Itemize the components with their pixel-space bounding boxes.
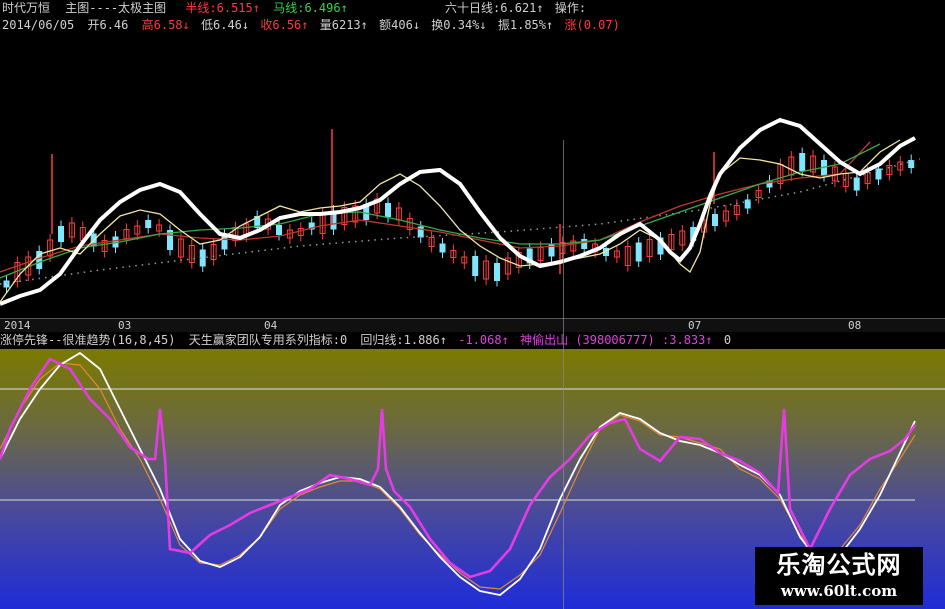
- watermark-logo: 乐淘公式网 www.60lt.com: [755, 547, 923, 605]
- indicator-desc: 天生赢家团队专用系列指标:0: [188, 333, 348, 347]
- up-arrow-icon: ↑: [340, 1, 348, 15]
- quote-change: 涨(0.07): [564, 18, 620, 32]
- candle: [712, 214, 718, 226]
- white-trend-line: [0, 117, 916, 306]
- main-chart-label[interactable]: 主图----太极主图: [65, 0, 166, 17]
- zero-value: 0: [723, 333, 732, 347]
- crosshair-line: [563, 140, 564, 609]
- quote-open: 开6.46: [87, 18, 129, 32]
- time-axis[interactable]: 2014 03 04 07 08: [0, 318, 945, 333]
- candle: [439, 243, 446, 253]
- neg-value: -1.068: [458, 333, 502, 347]
- shentou-num: :3.833: [662, 333, 706, 347]
- ma-sixty: 六十日线:6.621: [445, 1, 537, 15]
- shentou-id: (398006777): [575, 333, 655, 347]
- stock-name[interactable]: 时代万恒: [2, 0, 50, 17]
- main-chart-panel[interactable]: [0, 34, 945, 318]
- candle: [494, 263, 500, 281]
- up-arrow-icon: ↑: [501, 333, 509, 347]
- down-arrow-icon: ↓: [412, 18, 421, 32]
- candle: [635, 242, 642, 262]
- quote-high: 高6.58: [141, 18, 183, 32]
- magenta-line: [0, 357, 917, 579]
- candlestick-chart[interactable]: [0, 34, 945, 318]
- header-row: 时代万恒 主图----太极主图 半线:6.515↑ 马线:6.496↑ 六十日线…: [0, 0, 586, 17]
- down-arrow-icon: ↓: [182, 18, 190, 32]
- candle: [472, 256, 479, 276]
- quote-amplitude: 振1.85%: [497, 18, 546, 32]
- regress-value: 回归线:1.886: [360, 333, 440, 347]
- ma-horse: 马线:6.496: [273, 1, 341, 15]
- quote-date: 2014/06/05: [2, 18, 75, 32]
- axis-label: 07: [688, 319, 702, 332]
- up-arrow-icon: ↑: [301, 18, 309, 32]
- axis-label: 08: [848, 319, 862, 332]
- candle: [385, 203, 391, 217]
- axis-label: 04: [264, 319, 278, 332]
- candle: [3, 280, 10, 288]
- quote-close: 收6.56: [260, 18, 302, 32]
- quote-low: 低6.46: [201, 18, 242, 32]
- candle: [145, 220, 152, 228]
- shentou-label: 神偷出山: [520, 333, 569, 347]
- quote-row: 2014/06/05 开6.46 高6.58↓ 低6.46↓ 收6.56↑ 量6…: [0, 17, 620, 34]
- candle: [908, 160, 915, 168]
- candle: [58, 226, 64, 242]
- up-arrow-icon: ↑: [360, 18, 368, 32]
- up-arrow-icon: ↑: [536, 1, 544, 15]
- down-arrow-icon: ↓: [241, 18, 250, 32]
- indicator-header: 涨停先锋--很准趋势(16,8,45) 天生赢家团队专用系列指标:0 回归线:1…: [0, 332, 945, 349]
- candle: [853, 177, 860, 191]
- ma-half-year: 半线:6.515: [185, 1, 253, 15]
- quote-turnover: 换0.34%: [431, 18, 480, 32]
- down-arrow-icon: ↓: [479, 18, 487, 32]
- axis-label: 2014: [4, 319, 31, 332]
- quote-amount: 额406: [379, 18, 413, 32]
- operation-label: 操作:: [554, 1, 587, 15]
- watermark-url: www.60lt.com: [780, 582, 898, 600]
- indicator-name[interactable]: 涨停先锋--很准趋势(16,8,45): [0, 332, 175, 349]
- up-arrow-icon: ↑: [252, 1, 260, 15]
- up-arrow-icon: ↑: [546, 18, 554, 32]
- yellow-line: [0, 139, 901, 303]
- candle: [276, 225, 282, 235]
- quote-volume: 量6213: [319, 18, 361, 32]
- candles: [3, 129, 915, 293]
- up-arrow-icon: ↑: [705, 333, 713, 347]
- candle: [799, 153, 806, 171]
- axis-label: 03: [118, 319, 132, 332]
- up-arrow-icon: ↑: [439, 333, 447, 347]
- watermark-name: 乐淘公式网: [776, 551, 902, 579]
- candle: [875, 168, 882, 180]
